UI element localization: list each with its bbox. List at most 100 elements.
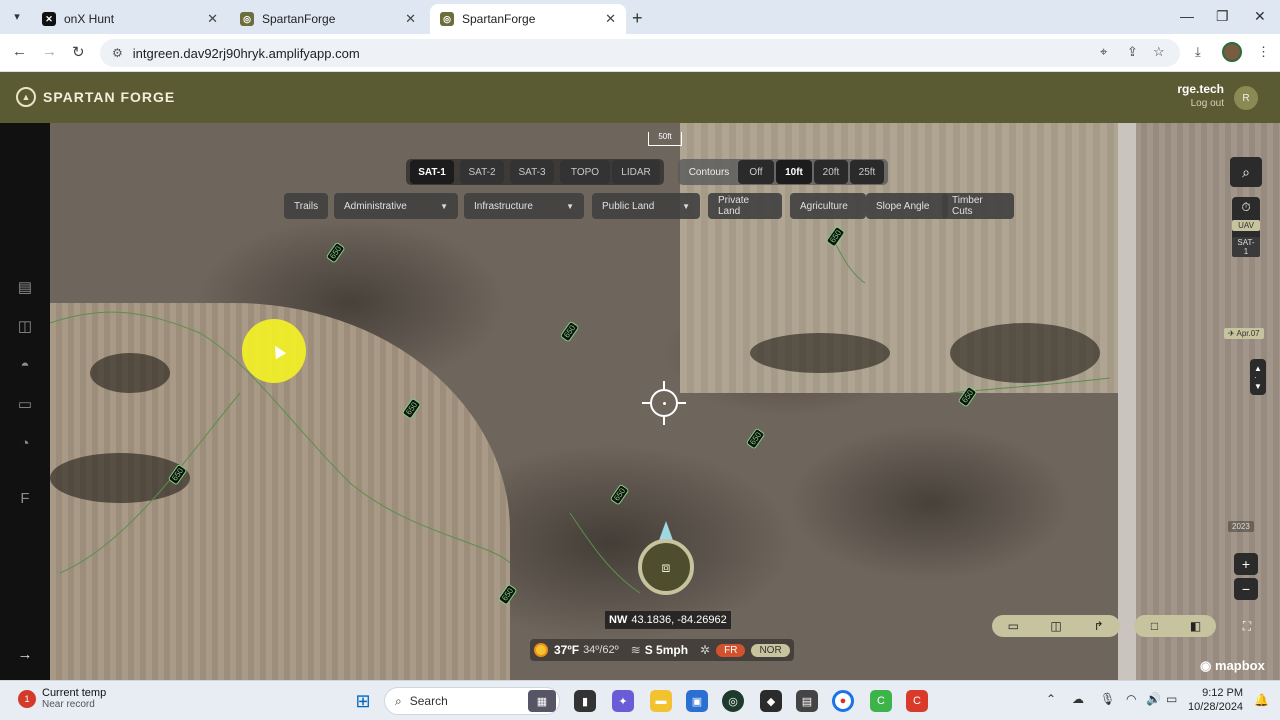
widgets-icon[interactable]: ▦	[528, 690, 556, 712]
public-land-dropdown[interactable]: Public Land ▼	[592, 193, 700, 219]
windows-taskbar: 1 Current temp Near record	[0, 680, 1280, 720]
weather-widget[interactable]: 1 Current temp Near record	[18, 687, 106, 710]
tab-close-icon[interactable]: ✕	[605, 11, 616, 27]
chrome-icon[interactable]: ●	[832, 690, 854, 712]
profile-avatar[interactable]	[1222, 42, 1242, 62]
bookmark-star-icon[interactable]: ☆	[1153, 44, 1165, 60]
chip-label: Slope Angle	[876, 200, 930, 212]
swipe-view-icon[interactable]: ↱	[1090, 619, 1108, 633]
new-tab-button[interactable]: +	[632, 8, 643, 29]
infrastructure-dropdown[interactable]: Infrastructure ▼	[464, 193, 584, 219]
tab-onx-hunt[interactable]: ✕ onX Hunt ✕	[32, 4, 228, 34]
file-explorer-icon[interactable]: ▬	[650, 690, 672, 712]
calculator-icon[interactable]: ▤	[796, 690, 818, 712]
user-avatar[interactable]: R	[1234, 86, 1258, 110]
window-close-icon[interactable]: ✕	[1254, 8, 1266, 25]
tab-title: SpartanForge	[462, 12, 536, 26]
restore-icon[interactable]: ❐	[1216, 8, 1229, 25]
notes-icon[interactable]: ▤	[15, 278, 35, 298]
attribution-text: mapbox	[1214, 658, 1265, 673]
recorder-icon[interactable]: C	[906, 690, 928, 712]
site-info-icon[interactable]: ⚙	[112, 46, 123, 60]
copilot-icon[interactable]: ✦	[612, 690, 634, 712]
trails-chip[interactable]: Trails	[284, 193, 328, 219]
tab-strip: ▾ ✕ onX Hunt ✕ ◎ SpartanForge ✕ ◎ Sparta…	[0, 0, 1280, 34]
wifi-icon[interactable]: ◠	[1126, 692, 1136, 706]
fr-pill[interactable]: FR	[716, 643, 746, 657]
contour-20ft-button[interactable]: 20ft	[814, 160, 848, 184]
tab-close-icon[interactable]: ✕	[207, 11, 218, 27]
download-icon[interactable]: ⤓	[1195, 44, 1201, 60]
zoom-in-button[interactable]: +	[1234, 553, 1258, 575]
contour-25ft-button[interactable]: 25ft	[850, 160, 884, 184]
address-bar[interactable]: ⚙ intgreen.dav92rj90hryk.amplifyapp.com	[100, 39, 1180, 67]
contour-off-button[interactable]: Off	[738, 160, 774, 184]
nor-pill[interactable]: NOR	[751, 643, 790, 657]
chip-label: Agriculture	[800, 200, 848, 212]
task-view-icon[interactable]: ▮	[574, 690, 596, 712]
sat-tag[interactable]: SAT-1	[1232, 237, 1260, 257]
tools-icon[interactable]: F	[15, 489, 35, 509]
compass-widget[interactable]: ⧈	[630, 521, 702, 605]
cloud-icon[interactable]: ☁	[1072, 692, 1084, 706]
zoom-out-button[interactable]: −	[1234, 578, 1258, 600]
uav-tag[interactable]: UAV	[1232, 220, 1260, 231]
layer-sat2-button[interactable]: SAT-2	[460, 160, 504, 184]
satellite-map[interactable]: 650 650 650 650 650 650 650 650 650 50ft…	[50, 123, 1280, 680]
battery-icon[interactable]: ▭	[1166, 692, 1177, 706]
app-header: ▲ SPARTAN FORGE rge.tech Log out	[0, 72, 1280, 123]
private-land-chip[interactable]: Private Land	[708, 193, 782, 219]
administrative-dropdown[interactable]: Administrative ▼	[334, 193, 458, 219]
layer-topo-button[interactable]: TOPO	[560, 160, 610, 184]
install-app-icon[interactable]: ⇪	[1127, 44, 1138, 60]
reload-icon[interactable]: ↻	[72, 43, 85, 61]
layer-sat3-button[interactable]: SAT-3	[510, 160, 554, 184]
left-sidebar: ▤ ◫ ◓ ▭ ◔ F →	[0, 123, 50, 680]
map-search-icon[interactable]: ⌕	[1230, 157, 1262, 187]
date-stepper[interactable]: ▲ · ▼	[1250, 359, 1266, 395]
chevron-up-icon[interactable]: ⌃	[1046, 692, 1056, 706]
camtasia-icon[interactable]: C	[870, 690, 892, 712]
app-icon[interactable]: ◆	[760, 690, 782, 712]
history-icon[interactable]: ◔	[15, 434, 35, 454]
notification-bell-icon[interactable]: 🔔	[1254, 693, 1269, 707]
forward-icon[interactable]: →	[42, 43, 57, 60]
weather-strip[interactable]: 37ºF 34º/62º ≋ S 5mph ✲ FR NOR	[530, 639, 794, 661]
tab-close-icon[interactable]: ✕	[405, 11, 416, 27]
windows-start-icon[interactable]: ⊞	[352, 690, 374, 712]
expand-sidebar-icon[interactable]: →	[15, 645, 35, 665]
chip-label: Timber Cuts	[952, 195, 983, 217]
timber-cuts-chip[interactable]: Timber Cuts	[942, 193, 1014, 219]
app-icon[interactable]: ◎	[722, 690, 744, 712]
tab-search-button[interactable]: ▾	[6, 7, 28, 27]
agriculture-chip[interactable]: Agriculture	[790, 193, 866, 219]
volume-icon[interactable]: 🔊	[1146, 692, 1161, 706]
2d-view-icon[interactable]: □	[1146, 619, 1164, 633]
split-view-icon[interactable]: ◫	[1047, 619, 1065, 633]
slope-angle-chip[interactable]: Slope Angle	[866, 193, 948, 219]
clock-date: 10/28/2024	[1188, 701, 1244, 713]
fullscreen-icon[interactable]: ⛶	[1236, 615, 1258, 637]
minimize-icon[interactable]: —	[1180, 8, 1194, 24]
spartan-forge-logo[interactable]: ▲ SPARTAN FORGE	[16, 87, 175, 107]
microphone-icon[interactable]: 🎙	[1100, 692, 1115, 706]
layer-lidar-button[interactable]: LIDAR	[612, 160, 660, 184]
system-clock[interactable]: 9:12 PM 10/28/2024	[1188, 686, 1243, 714]
logout-link[interactable]: Log out	[1177, 98, 1224, 109]
chip-label: Trails	[294, 200, 319, 212]
tab-spartanforge-2[interactable]: ◎ SpartanForge ✕	[430, 4, 626, 34]
menu-kebab-icon[interactable]: ⋮	[1257, 44, 1270, 60]
3d-view-icon[interactable]: ◧	[1187, 619, 1205, 633]
back-icon[interactable]: ←	[12, 43, 27, 60]
location-icon[interactable]: ⌖	[1100, 44, 1107, 60]
contour-10ft-button[interactable]: 10ft	[776, 160, 812, 184]
tab-spartanforge-1[interactable]: ◎ SpartanForge ✕	[230, 4, 426, 34]
book-icon[interactable]: ◫	[15, 317, 35, 337]
helmet-icon[interactable]: ◓	[15, 356, 35, 376]
folder-icon[interactable]: ▭	[15, 395, 35, 415]
single-view-icon[interactable]: ▭	[1004, 619, 1022, 633]
weather-subtitle: Near record	[42, 699, 95, 710]
url-text: intgreen.dav92rj90hryk.amplifyapp.com	[132, 45, 360, 61]
layer-sat1-button[interactable]: SAT-1	[410, 160, 454, 184]
store-icon[interactable]: ▣	[686, 690, 708, 712]
